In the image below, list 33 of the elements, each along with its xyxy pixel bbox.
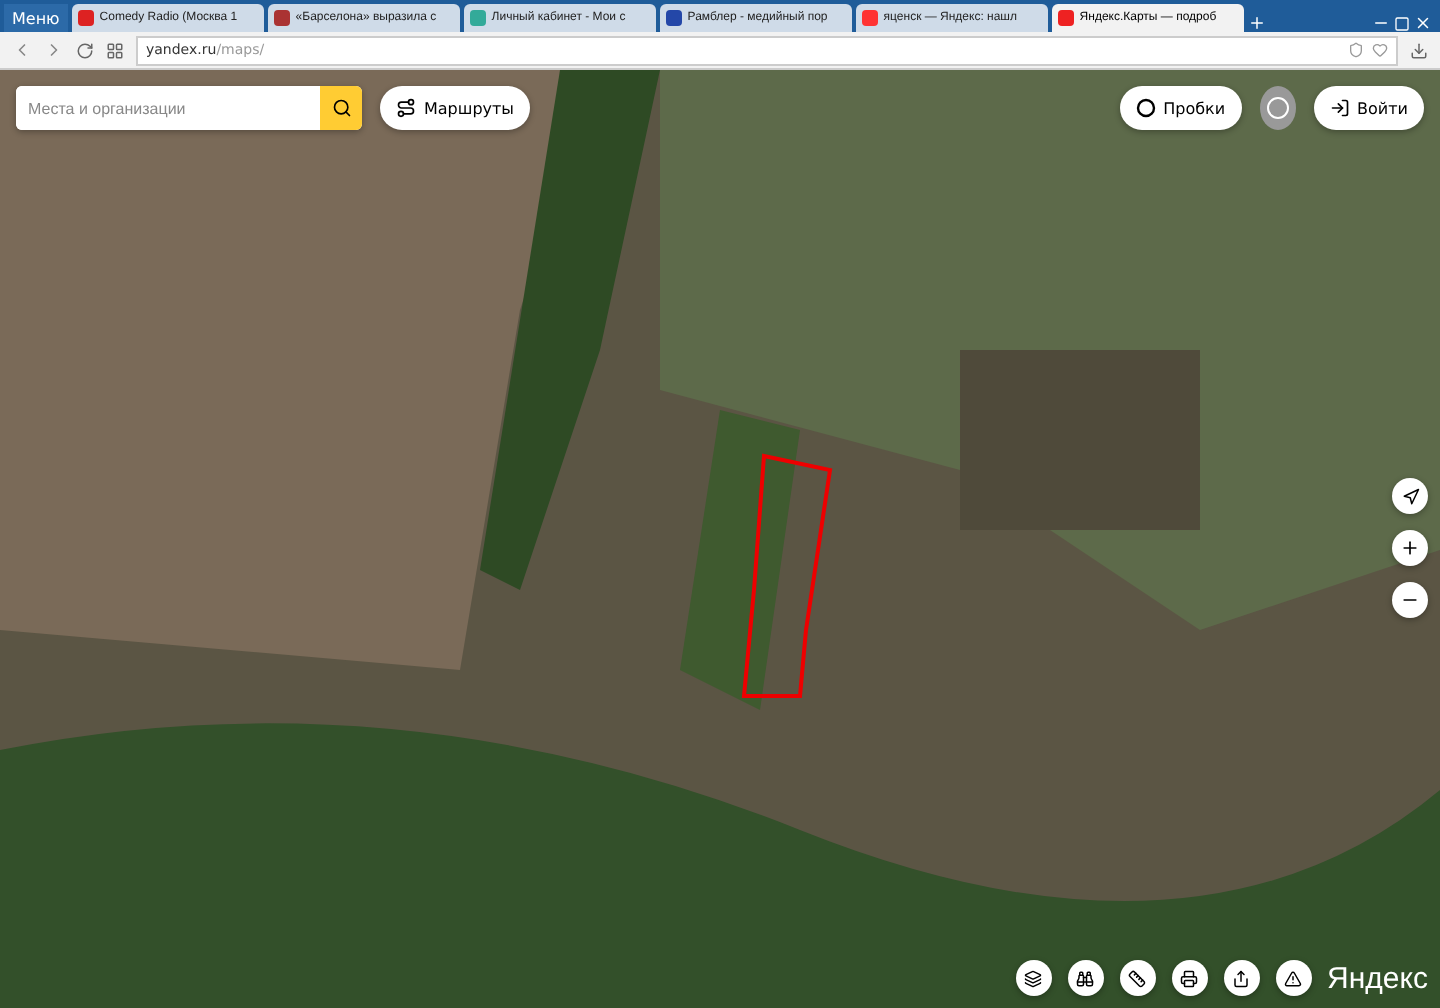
warning-icon (1284, 969, 1303, 987)
tab-favicon (861, 10, 878, 26)
layers-icon (1024, 969, 1043, 987)
search-button[interactable] (320, 86, 362, 130)
share-icon (1232, 969, 1251, 987)
menu-button[interactable]: Меню (4, 4, 68, 32)
ruler-icon (1128, 969, 1147, 987)
plus-icon (1400, 538, 1420, 558)
printer-icon (1180, 969, 1199, 987)
download-icon[interactable] (1410, 41, 1428, 59)
grid-icon[interactable] (106, 41, 124, 59)
heart-icon[interactable] (1372, 42, 1388, 58)
tab-favicon (665, 10, 682, 26)
new-tab-icon[interactable] (1247, 14, 1266, 32)
shield-icon[interactable] (1348, 42, 1364, 58)
routes-button[interactable]: Маршруты (380, 86, 530, 130)
login-button[interactable]: Войти (1313, 86, 1424, 130)
tab-favicon (469, 10, 486, 26)
traffic-icon (1135, 98, 1156, 118)
parking-icon (1265, 96, 1290, 120)
arrow-icon (1401, 487, 1419, 505)
reload-icon[interactable] (76, 41, 94, 59)
search-icon (331, 98, 351, 118)
tab-favicon (273, 10, 290, 26)
tab-favicon (1057, 10, 1074, 26)
close-icon[interactable] (1414, 14, 1432, 32)
tab-favicon (77, 10, 94, 26)
login-icon (1329, 98, 1350, 118)
maximize-icon[interactable] (1394, 16, 1410, 32)
logo-text: Яндекс (1327, 961, 1428, 995)
binoculars-icon (1076, 969, 1095, 987)
traffic-button[interactable]: Пробки (1119, 86, 1242, 130)
route-icon (396, 98, 416, 118)
